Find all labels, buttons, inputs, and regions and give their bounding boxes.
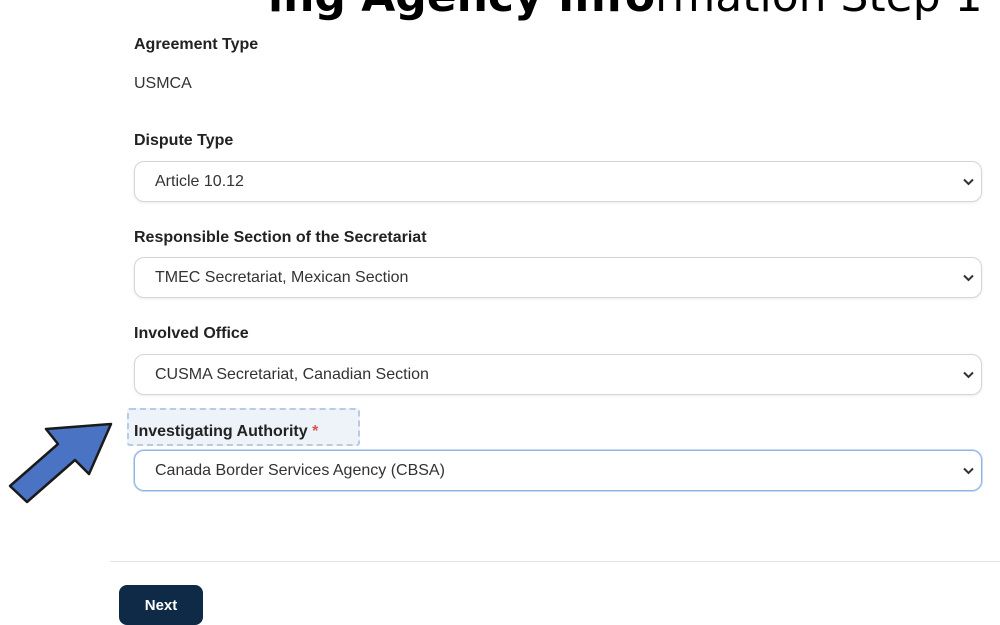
dispute-type-value: Article 10.12: [155, 172, 244, 190]
investigating-authority-value: Canada Border Services Agency (CBSA): [155, 461, 445, 479]
page-title-bold: ing Agency Info: [268, 0, 655, 22]
agreement-type-label: Agreement Type: [134, 36, 259, 53]
responsible-section-label: Responsible Section of the Secretariat: [134, 229, 427, 246]
next-button[interactable]: Next: [119, 585, 203, 625]
chevron-down-icon: [963, 178, 974, 185]
chevron-down-icon: [963, 467, 974, 474]
involved-office-value: CUSMA Secretariat, Canadian Section: [155, 365, 429, 383]
investigating-authority-label: Investigating Authority *: [134, 423, 318, 441]
required-marker: *: [312, 423, 319, 440]
investigating-authority-label-text: Investigating Authority: [134, 423, 308, 440]
dispute-type-label: Dispute Type: [134, 132, 234, 149]
responsible-section-select[interactable]: TMEC Secretariat, Mexican Section: [134, 257, 982, 298]
involved-office-label: Involved Office: [134, 325, 249, 342]
dispute-type-select[interactable]: Article 10.12: [134, 161, 982, 202]
page-title: ing Agency Information Step 1: [268, 0, 983, 19]
chevron-down-icon: [963, 274, 974, 281]
divider: [110, 561, 1000, 562]
page-title-light: rmation Step 1: [655, 0, 983, 22]
arrow-pointer-icon: [8, 422, 113, 504]
responsible-section-value: TMEC Secretariat, Mexican Section: [155, 268, 409, 286]
chevron-down-icon: [963, 371, 974, 378]
involved-office-select[interactable]: CUSMA Secretariat, Canadian Section: [134, 354, 982, 395]
agreement-type-value: USMCA: [134, 75, 192, 92]
investigating-authority-select[interactable]: Canada Border Services Agency (CBSA): [134, 450, 982, 491]
